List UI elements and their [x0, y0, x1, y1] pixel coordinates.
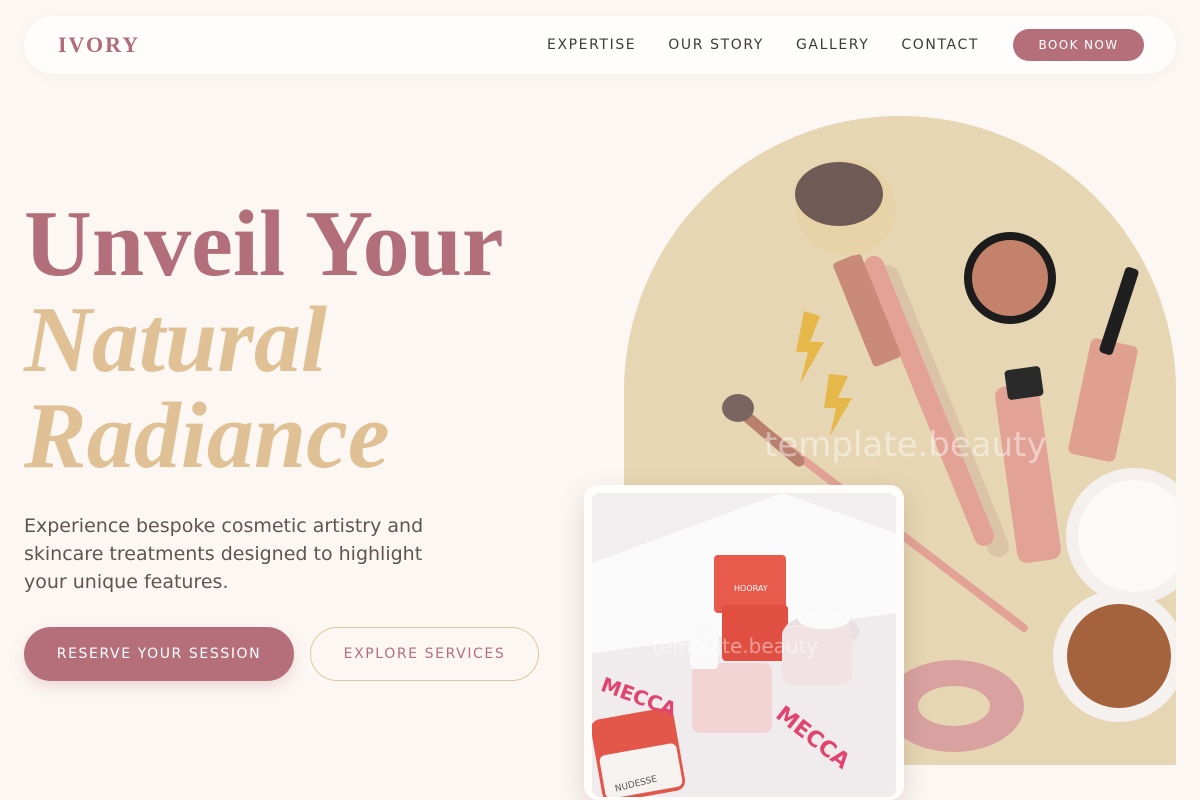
hero-description: Experience bespoke cosmetic artistry and…	[24, 515, 424, 593]
gift-box-image: HOORAY NUDESSE MECCA MECCA template.beau…	[592, 493, 896, 797]
top-navigation: IVORY EXPERTISE OUR STORY GALLERY CONTAC…	[24, 16, 1176, 74]
cream-pot	[964, 232, 1056, 324]
nav-links: EXPERTISE OUR STORY GALLERY CONTACT BOOK…	[547, 29, 1144, 61]
brand-logo[interactable]: IVORY	[58, 32, 140, 58]
explore-services-button[interactable]: EXPLORE SERVICES	[310, 627, 539, 681]
headline-line-1: Unveil Your	[24, 192, 504, 296]
perfume-bottle	[692, 663, 772, 733]
nav-link-expertise[interactable]: EXPERTISE	[547, 37, 636, 53]
gallery-card: HOORAY NUDESSE MECCA MECCA template.beau…	[584, 485, 904, 800]
nav-link-our-story[interactable]: OUR STORY	[668, 37, 764, 53]
headline-line-2: Natural	[24, 288, 327, 392]
card-watermark: template.beauty	[652, 634, 818, 658]
nudesse-jar: NUDESSE	[592, 707, 686, 797]
reserve-session-button[interactable]: RESERVE YOUR SESSION	[24, 627, 294, 681]
arch-watermark: template.beauty	[764, 425, 1047, 465]
nav-link-contact[interactable]: CONTACT	[901, 37, 979, 53]
nav-link-gallery[interactable]: GALLERY	[796, 37, 869, 53]
book-now-button[interactable]: BOOK NOW	[1013, 29, 1144, 61]
gift-box-illustration: HOORAY NUDESSE MECCA MECCA template.beau…	[592, 493, 896, 797]
headline-line-3: Radiance	[24, 384, 390, 488]
product-label: HOORAY	[734, 584, 768, 593]
hero-headline: Unveil Your Natural Radiance	[24, 196, 504, 484]
